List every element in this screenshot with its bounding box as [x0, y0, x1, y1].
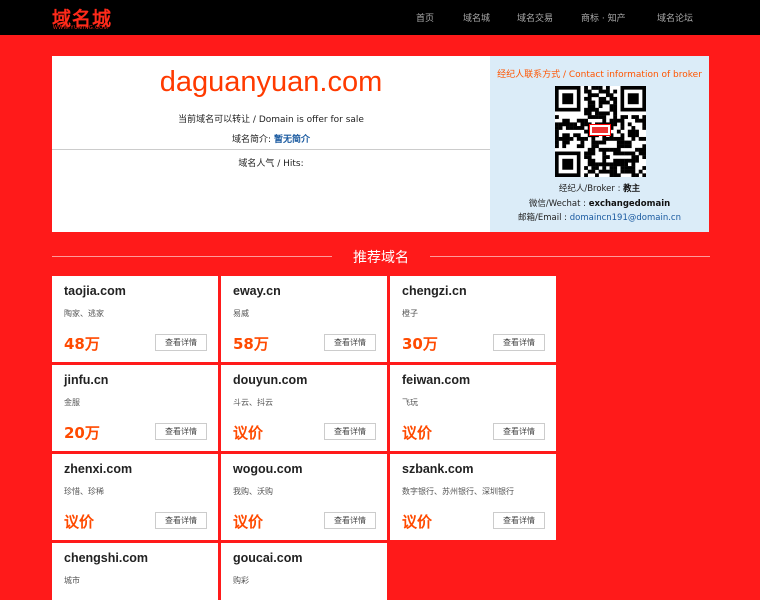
- view-details-button[interactable]: 查看详情: [493, 512, 545, 529]
- card-domain-name[interactable]: wogou.com: [233, 462, 302, 476]
- card-description: 我购、沃购: [233, 487, 273, 496]
- domain-hero-panel: daguanyuan.com 当前域名可以转让 / Domain is offe…: [52, 56, 490, 232]
- card-domain-name[interactable]: jinfu.cn: [64, 373, 108, 387]
- recommend-title: 推荐域名: [353, 250, 409, 266]
- domain-card[interactable]: douyun.com 斗云、抖云议价 查看详情: [221, 365, 387, 451]
- view-details-button[interactable]: 查看详情: [324, 334, 376, 351]
- intro-value: 暂无简介: [273, 135, 310, 145]
- hits-label: 域名人气 / Hits:: [238, 159, 304, 169]
- card-description: 陶家、逃家: [64, 309, 104, 318]
- domain-name-title: daguanyuan.com: [159, 66, 383, 98]
- broker-title: 经纪人联系方式 / Contact information of broker: [497, 70, 702, 80]
- broker-panel: 经纪人联系方式 / Contact information of broker …: [490, 56, 709, 232]
- broker-label: 经纪人/Broker :: [558, 184, 621, 194]
- card-price: 58万: [233, 335, 269, 353]
- nav-trademark[interactable]: 商标 · 知产: [581, 11, 626, 24]
- nav-domain-city[interactable]: 域名城: [463, 11, 490, 24]
- nav-domain-trade[interactable]: 域名交易: [517, 11, 553, 24]
- card-price: 48万: [64, 335, 100, 353]
- view-details-button[interactable]: 查看详情: [324, 512, 376, 529]
- domain-card[interactable]: feiwan.com 飞玩议价 查看详情: [390, 365, 556, 451]
- recommend-header: 推荐域名: [52, 247, 710, 267]
- nav-home[interactable]: 首页: [416, 11, 434, 24]
- card-domain-name[interactable]: zhenxi.com: [64, 462, 132, 476]
- broker-wechat-line: 微信/Wechat : exchangedomain: [490, 197, 709, 209]
- card-description: 金服: [64, 398, 80, 407]
- intro-label: 域名简介:: [232, 135, 272, 145]
- view-details-button[interactable]: 查看详情: [324, 423, 376, 440]
- card-price: 20万: [64, 424, 100, 442]
- card-description: 城市: [64, 576, 80, 585]
- domain-intro: 域名简介: 暂无简介: [52, 132, 490, 145]
- email-label: 邮箱/Email :: [518, 213, 568, 223]
- wechat-qr-code: [555, 86, 647, 178]
- card-domain-name[interactable]: szbank.com: [402, 462, 474, 476]
- card-price: 议价: [402, 513, 433, 531]
- card-domain-name[interactable]: taojia.com: [64, 284, 126, 298]
- domain-card[interactable]: szbank.com 数字银行、苏州银行、深圳银行议价 查看详情: [390, 454, 556, 540]
- wechat-value: exchangedomain: [588, 199, 671, 209]
- card-price: 议价: [64, 513, 95, 531]
- hero-divider: [52, 149, 490, 150]
- domain-card[interactable]: jinfu.cn 金服 20万 查看详情: [52, 365, 218, 451]
- view-details-button[interactable]: 查看详情: [155, 334, 207, 351]
- view-details-button[interactable]: 查看详情: [493, 334, 545, 351]
- card-description: 飞玩: [402, 398, 418, 407]
- card-description: 易威: [233, 309, 249, 318]
- card-description: 橙子: [402, 309, 418, 318]
- domain-card[interactable]: zhenxi.com 珍惜、珍稀议价 查看详情: [52, 454, 218, 540]
- card-domain-name[interactable]: eway.cn: [233, 284, 281, 298]
- site-logo-subtext: WWW.YUMING.COM: [53, 25, 109, 31]
- card-description: 珍惜、珍稀: [64, 487, 104, 496]
- qr-logo-badge: [589, 124, 611, 136]
- domain-card[interactable]: chengshi.com 城市: [52, 543, 218, 600]
- card-domain-name[interactable]: douyun.com: [233, 373, 307, 387]
- card-price: 30万: [402, 335, 438, 353]
- card-domain-name[interactable]: goucai.com: [233, 551, 302, 565]
- top-nav-bar: 域名城 WWW.YUMING.COM 首页 域名城 域名交易 商标 · 知产 域…: [0, 0, 760, 35]
- offer-text: 当前域名可以转让 / Domain is offer for sale: [178, 115, 364, 125]
- domain-card[interactable]: taojia.com 陶家、逃家 48万 查看详情: [52, 276, 218, 362]
- broker-value: 教主: [623, 184, 641, 194]
- domain-card[interactable]: eway.cn 易威 58万 查看详情: [221, 276, 387, 362]
- card-price: 议价: [233, 513, 264, 531]
- nav-forum[interactable]: 域名论坛: [657, 11, 693, 24]
- broker-email-line: 邮箱/Email : domaincn191@domain.cn: [490, 211, 709, 223]
- card-price: 议价: [402, 424, 433, 442]
- view-details-button[interactable]: 查看详情: [493, 423, 545, 440]
- domain-card[interactable]: wogou.com 我购、沃购议价 查看详情: [221, 454, 387, 540]
- view-details-button[interactable]: 查看详情: [155, 423, 207, 440]
- card-domain-name[interactable]: chengshi.com: [64, 551, 148, 565]
- broker-name-line: 经纪人/Broker : 教主: [490, 182, 709, 194]
- card-description: 数字银行、苏州银行、深圳银行: [402, 487, 514, 496]
- card-description: 购彩: [233, 576, 249, 585]
- card-price: 议价: [233, 424, 264, 442]
- email-link[interactable]: domaincn191@domain.cn: [570, 213, 681, 223]
- card-domain-name[interactable]: chengzi.cn: [402, 284, 467, 298]
- card-domain-name[interactable]: feiwan.com: [402, 373, 470, 387]
- wechat-label: 微信/Wechat :: [528, 199, 586, 209]
- domain-card[interactable]: goucai.com 购彩: [221, 543, 387, 600]
- card-description: 斗云、抖云: [233, 398, 273, 407]
- domain-card[interactable]: chengzi.cn 橙子 30万 查看详情: [390, 276, 556, 362]
- view-details-button[interactable]: 查看详情: [155, 512, 207, 529]
